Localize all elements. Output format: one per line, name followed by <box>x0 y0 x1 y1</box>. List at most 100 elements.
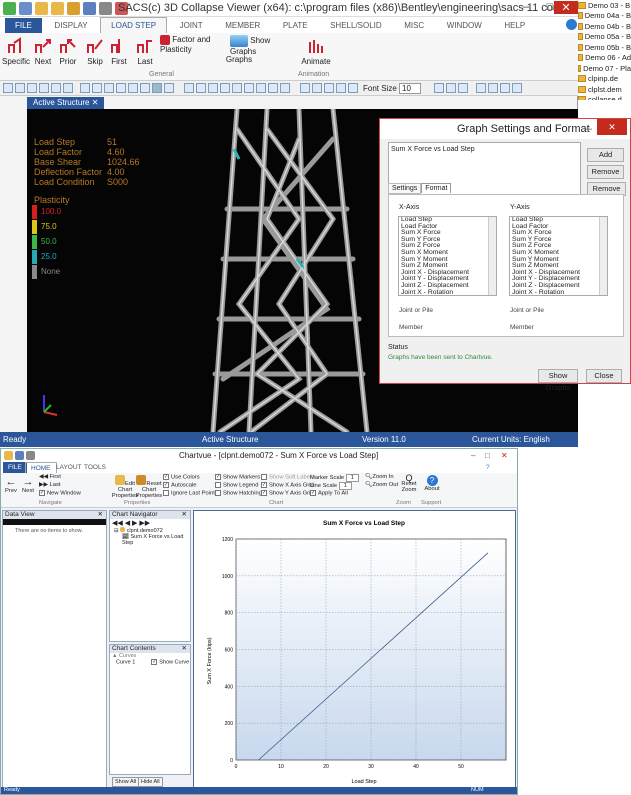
file-list-item[interactable]: clpinp.de <box>578 74 631 85</box>
file-list-item[interactable]: clplst.dem <box>578 84 631 95</box>
tab-file[interactable]: FILE <box>5 18 42 34</box>
file-list-item[interactable]: Demo 06 - Ad <box>578 53 631 64</box>
view-back-icon[interactable] <box>196 83 206 93</box>
first-chart-button[interactable]: ◀◀ First <box>39 474 61 480</box>
file-list-item[interactable]: Demo 04b - B <box>578 21 631 32</box>
member-label-icon[interactable] <box>336 83 346 93</box>
pane-close-icon[interactable]: ✕ <box>98 511 103 519</box>
save-icon[interactable] <box>83 2 96 15</box>
chartvue-tab-file[interactable]: FILE <box>3 462 27 473</box>
view-iso-icon[interactable] <box>256 83 266 93</box>
chartvue-help-icon[interactable]: ? <box>481 462 495 473</box>
navigator-toolbar[interactable]: ◀◀ ◀ ▶ ▶▶ <box>110 519 190 527</box>
about-button[interactable]: ? About <box>421 475 443 492</box>
active-structure-tab[interactable]: Active Structure ✕ <box>27 97 105 109</box>
file-list-item[interactable]: collapse.d <box>578 95 631 100</box>
reset-chart-properties-button[interactable]: Reset Chart Properties <box>135 475 163 499</box>
tab-help[interactable]: HELP <box>494 18 535 34</box>
tab-plate[interactable]: PLATE <box>273 18 318 34</box>
open-recent-icon[interactable] <box>51 2 64 15</box>
show-legend-checkbox[interactable]: Show Legend <box>215 482 258 489</box>
dialog-close-button[interactable]: Close <box>586 369 622 383</box>
marker-scale-control[interactable]: Marker Scale 1 <box>310 474 360 482</box>
reset-zoom-button[interactable]: Q Reset Zoom <box>399 474 419 494</box>
chartvue-close-button[interactable]: ✕ <box>501 449 508 462</box>
fit-icon[interactable] <box>164 83 174 93</box>
chartvue-open-icon[interactable] <box>4 451 13 460</box>
zoom-out-button[interactable]: 🔍︎Zoom Out <box>365 482 398 488</box>
hide-icon[interactable] <box>488 83 498 93</box>
show-all-button[interactable]: Show All <box>112 777 140 787</box>
grid-icon[interactable] <box>128 83 138 93</box>
show-hatching-checkbox[interactable]: Show Hatching <box>215 490 262 497</box>
last-chart-button[interactable]: ▶▶ Last <box>39 482 61 488</box>
view-left-icon[interactable] <box>208 83 218 93</box>
add-button[interactable]: Add <box>587 148 624 162</box>
specific-button[interactable]: Specific <box>2 37 30 66</box>
dialog-minimize-button[interactable]: – <box>586 119 592 139</box>
x-axis-scrollbar[interactable] <box>488 217 496 295</box>
tab-settings-button[interactable]: Settings <box>388 183 422 194</box>
rotate-icon[interactable] <box>80 83 90 93</box>
file-list-item[interactable]: Demo 05a - B <box>578 32 631 43</box>
x-axis-list[interactable]: Load Step Load Factor Sum X Force Sum Y For… <box>398 216 497 296</box>
skip-button[interactable]: Skip <box>84 37 106 66</box>
view-top-icon[interactable] <box>232 83 242 93</box>
first-button[interactable]: First <box>108 37 130 66</box>
factor-plasticity-button[interactable]: Factor and Plasticity <box>160 35 220 54</box>
minimize-button[interactable]: – <box>514 1 538 13</box>
new-view-icon[interactable] <box>3 83 13 93</box>
show-markers-checkbox[interactable]: ✓ Show Markers <box>215 474 260 481</box>
prior-button[interactable]: Prior <box>56 37 80 66</box>
chartvue-minimize-button[interactable]: – <box>471 449 475 462</box>
chart-svg[interactable]: Sum X Force vs Load Step 0 10 20 30 40 50 0 200… <box>194 511 515 787</box>
tab-shell-solid[interactable]: SHELL/SOLID <box>320 18 392 34</box>
show-graphs-dialog-button[interactable]: Show Graphs <box>538 369 578 392</box>
y-axis-scrollbar[interactable] <box>599 217 607 295</box>
tab-joint[interactable]: JOINT <box>170 18 213 34</box>
axis-option[interactable]: Joint X - Rotation <box>510 289 607 295</box>
file-list-item[interactable]: Demo 03 - B <box>578 0 631 11</box>
new-window-checkbox[interactable]: ✓ New Window <box>39 490 81 497</box>
help-circle-icon[interactable] <box>566 19 577 30</box>
save-view-icon[interactable] <box>27 83 37 93</box>
tab-window[interactable]: WINDOW <box>437 18 492 34</box>
ignore-last-point-checkbox[interactable]: Ignore Last Point <box>163 490 215 497</box>
axis-icon[interactable] <box>312 83 322 93</box>
last-button[interactable]: Last <box>134 37 156 66</box>
contents-close-icon[interactable]: ✕ <box>182 645 187 653</box>
folder-icon[interactable] <box>67 2 80 15</box>
curve-row[interactable]: Curve 1 ✓ Show Curve <box>110 659 190 665</box>
new-icon[interactable] <box>19 2 32 15</box>
zoom-in-button[interactable]: 🔍︎Zoom In <box>365 474 394 480</box>
measure-icon[interactable] <box>300 83 310 93</box>
eye-icon[interactable] <box>116 83 126 93</box>
view-right-icon[interactable] <box>220 83 230 93</box>
prev-button[interactable]: ← Prev <box>4 476 18 494</box>
show-x-grid-checkbox[interactable]: ✓ Show X Axis Grid <box>261 482 314 489</box>
use-colors-checkbox[interactable]: ✓ Use Colors <box>163 474 200 481</box>
axis-option[interactable]: Joint X - Rotation <box>399 289 496 295</box>
chartvue-maximize-button[interactable]: □ <box>485 449 490 462</box>
select-icon[interactable] <box>476 83 486 93</box>
autoscale-checkbox[interactable]: ✓ Autoscale <box>163 482 196 489</box>
show-graphs-button[interactable]: Show Graphs <box>230 35 290 56</box>
preview-icon[interactable] <box>63 83 73 93</box>
show-soft-labels-checkbox[interactable]: Show Soft Labels <box>261 474 314 481</box>
next-chart-button[interactable]: → Next <box>21 476 35 494</box>
pan-icon[interactable] <box>92 83 102 93</box>
color-icon[interactable] <box>500 83 510 93</box>
line-scale-control[interactable]: Line Scale 1 <box>310 482 352 490</box>
wireframe-icon[interactable] <box>152 83 162 93</box>
file-list-item[interactable]: Demo 04a - B <box>578 11 631 22</box>
structure-icon[interactable] <box>348 83 358 93</box>
show-y-grid-checkbox[interactable]: ✓ Show Y Axis Grid <box>261 490 314 497</box>
label-icon[interactable] <box>324 83 334 93</box>
text-style-icon[interactable] <box>434 83 444 93</box>
hide-all-button[interactable]: Hide All <box>138 777 163 787</box>
view-bottom-icon[interactable] <box>244 83 254 93</box>
navigator-close-icon[interactable]: ✕ <box>182 511 187 519</box>
copy-icon[interactable] <box>39 83 49 93</box>
tab-display[interactable]: DISPLAY <box>44 18 97 34</box>
open-icon[interactable] <box>15 83 25 93</box>
